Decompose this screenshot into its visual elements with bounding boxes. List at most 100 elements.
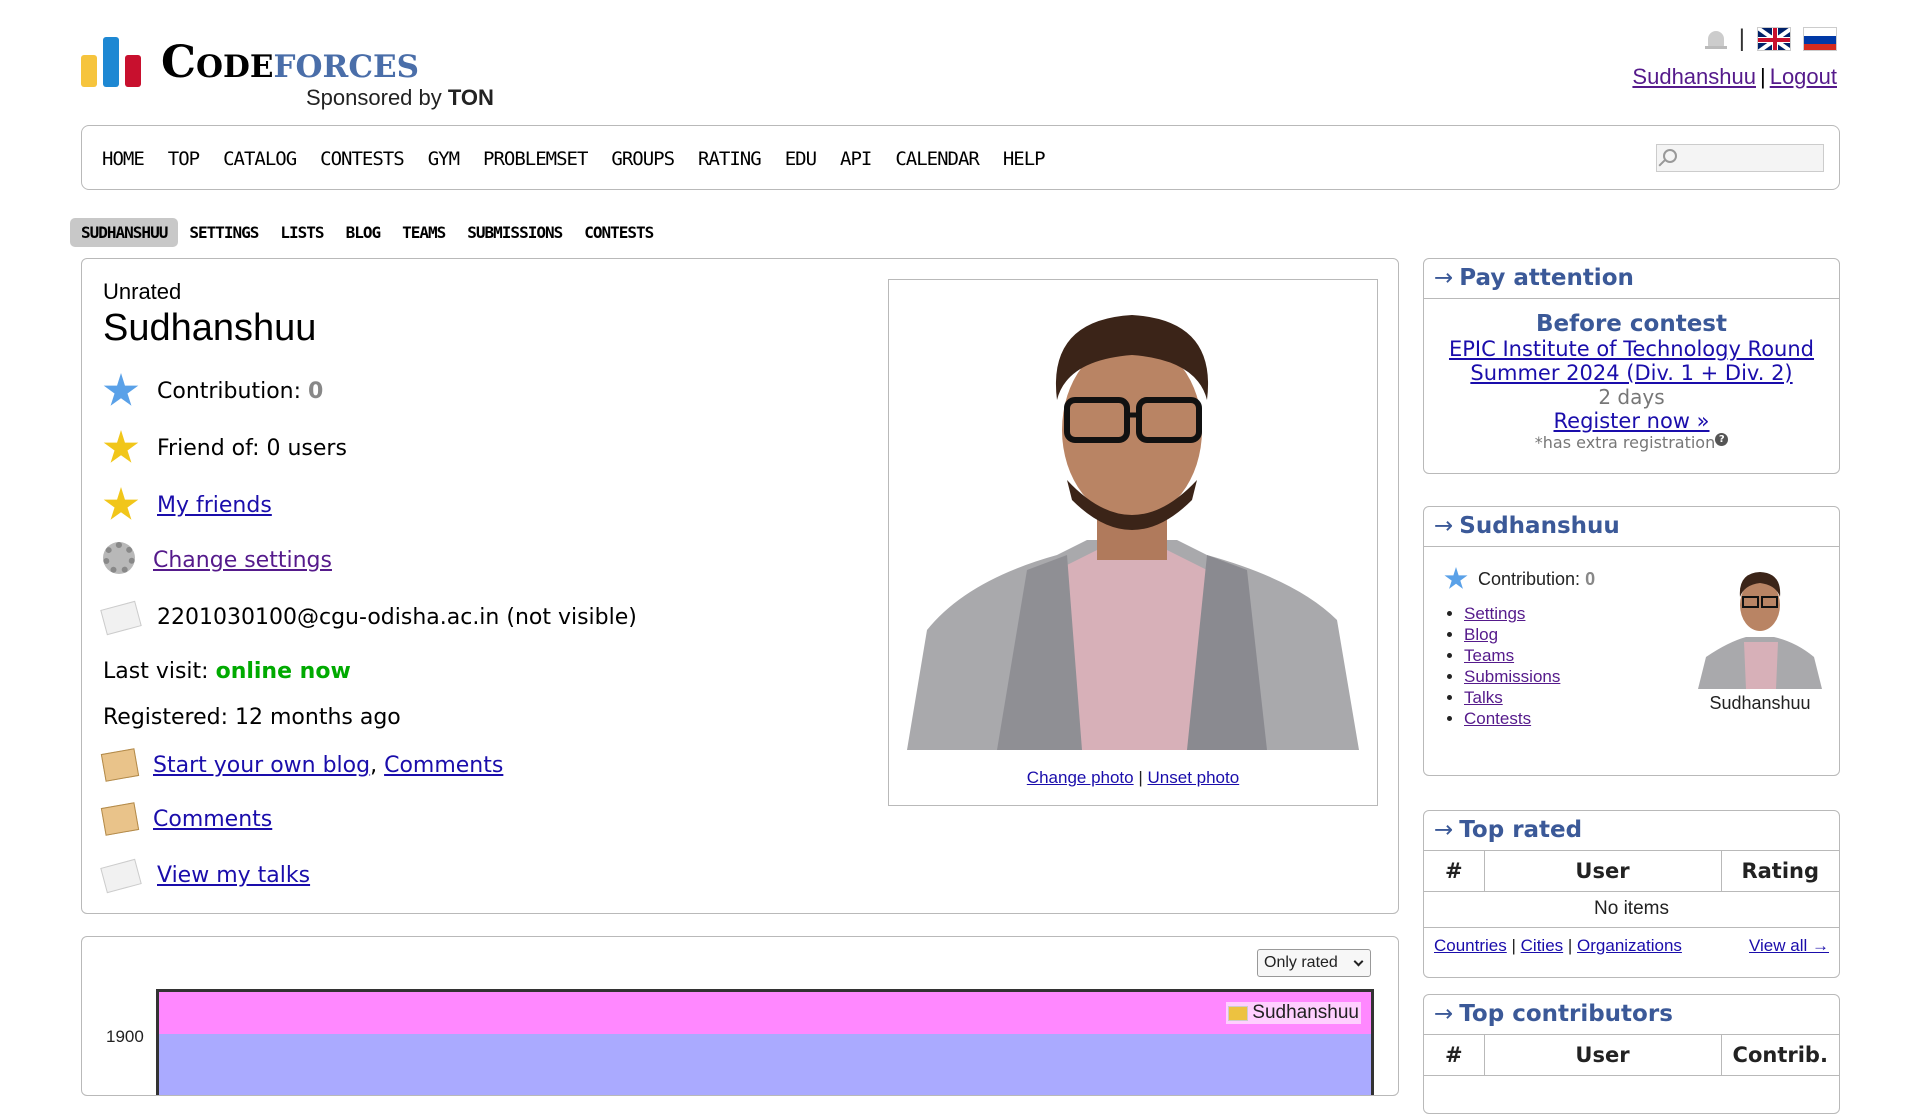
sidebar-link-submissions[interactable]: Submissions	[1464, 667, 1560, 686]
codeforces-logo[interactable]: Codeforces Sponsored by TON	[81, 33, 501, 113]
logo-wordmark: Codeforces	[161, 37, 420, 88]
tab-settings[interactable]: SETTINGS	[178, 218, 269, 247]
help-icon[interactable]: ?	[1715, 433, 1729, 446]
comments-link-2[interactable]: Comments	[153, 807, 272, 832]
logout-link[interactable]: Logout	[1770, 64, 1837, 89]
talks-envelope-icon	[100, 857, 142, 894]
tab-submissions[interactable]: SUBMISSIONS	[456, 218, 573, 247]
menu-item-problemset[interactable]: PROBLEMSET	[483, 148, 588, 170]
menu-item-gym[interactable]: GYM	[428, 148, 460, 170]
profile-submenu: SUDHANSHUU SETTINGS LISTS BLOG TEAMS SUBMISSI…	[70, 218, 664, 247]
profile-box: Unrated Sudhanshuu Contribution: 0 Frien…	[81, 258, 1399, 914]
change-photo-link[interactable]: Change photo	[1027, 768, 1134, 787]
y-tick-label: 1900	[106, 1027, 144, 1046]
rating-band-bottom	[159, 1034, 1371, 1095]
sidebar-item-talks: Talks	[1464, 687, 1560, 708]
menu-item-rating[interactable]: RATING	[698, 148, 762, 170]
graph-filter-select[interactable]: Only rated	[1257, 949, 1371, 977]
sidebar-link-contests[interactable]: Contests	[1464, 709, 1531, 728]
registered-row: Registered: 12 months ago	[103, 704, 401, 730]
english-flag-icon[interactable]	[1757, 27, 1791, 51]
comments-row: Comments	[100, 801, 272, 837]
menu-item-edu[interactable]: EDU	[785, 148, 817, 170]
menu-item-home[interactable]: HOME	[102, 148, 145, 170]
top-contributors-box: → Top contributors # User Contrib.	[1423, 994, 1840, 1114]
tab-blog[interactable]: BLOG	[335, 218, 392, 247]
column-header-rank: #	[1424, 851, 1485, 892]
menu-item-api[interactable]: API	[840, 148, 872, 170]
sidebar-item-settings: Settings	[1464, 603, 1560, 624]
menu-item-contests[interactable]: CONTESTS	[320, 148, 405, 170]
friend-star-icon	[103, 430, 139, 463]
unset-photo-link[interactable]: Unset photo	[1148, 768, 1240, 787]
my-friends-row: My friends	[103, 487, 272, 523]
header-user-area: | Sudhanshuu | Logout	[1577, 24, 1837, 94]
sidebar-link-teams[interactable]: Teams	[1464, 646, 1514, 665]
start-blog-link[interactable]: Start your own blog	[153, 753, 370, 778]
menu-item-groups[interactable]: GROUPS	[611, 148, 675, 170]
no-items-text: No items	[1424, 891, 1839, 928]
contribution-value: 0	[308, 378, 324, 404]
user-handle: Sudhanshuu	[103, 307, 317, 349]
user-sidebar-box: →Sudhanshuu Contribution: 0 Settings Blog…	[1423, 506, 1840, 776]
tab-teams[interactable]: TEAMS	[391, 218, 456, 247]
sidebar-item-blog: Blog	[1464, 624, 1560, 645]
sponsor-text: Sponsored by TON	[306, 85, 494, 110]
view-talks-link[interactable]: View my talks	[157, 863, 310, 888]
top-contributors-table: # User Contrib.	[1424, 1035, 1839, 1076]
legend-swatch	[1228, 1005, 1249, 1021]
friend-of-row: Friend of: 0 users	[103, 430, 347, 466]
online-status: online now	[215, 658, 351, 684]
envelope-icon	[100, 599, 142, 636]
profile-info: Unrated Sudhanshuu	[103, 279, 943, 350]
sidebar-link-blog[interactable]: Blog	[1464, 625, 1498, 644]
header-separator: |	[1738, 25, 1745, 52]
before-contest-label: Before contest	[1536, 311, 1727, 337]
menu-item-calendar[interactable]: CALENDAR	[895, 148, 980, 170]
countdown-text: 2 days	[1598, 385, 1665, 409]
header-link-separator: |	[1759, 64, 1766, 89]
photo-box: Change photo | Unset photo	[888, 279, 1378, 806]
codeforces-profile-page: Codeforces Sponsored by TON | Sudhanshuu…	[0, 0, 1920, 1114]
my-friends-link[interactable]: My friends	[157, 493, 272, 518]
top-contributors-title: → Top contributors	[1424, 995, 1839, 1035]
tab-contests[interactable]: CONTESTS	[573, 218, 664, 247]
cities-link[interactable]: Cities	[1521, 936, 1564, 955]
header-user-link[interactable]: Sudhanshuu	[1632, 64, 1756, 89]
organizations-link[interactable]: Organizations	[1577, 936, 1682, 955]
sidebar-item-teams: Teams	[1464, 645, 1560, 666]
graph-legend: Sudhanshuu	[1226, 1002, 1361, 1024]
top-rated-box: → Top rated # User Rating No items Countr…	[1423, 810, 1840, 978]
email-text: 2201030100@cgu-odisha.ac.in (not visible…	[157, 604, 637, 630]
sidebar-link-settings[interactable]: Settings	[1464, 604, 1525, 623]
change-settings-link[interactable]: Change settings	[153, 548, 332, 573]
russian-flag-icon[interactable]	[1803, 27, 1837, 51]
sidebar-item-contests: Contests	[1464, 708, 1560, 729]
user-photo	[907, 300, 1359, 750]
tab-sudhanshuu[interactable]: SUDHANSHUU	[70, 218, 179, 247]
register-now-link[interactable]: Register now »	[1554, 409, 1710, 433]
contest-link[interactable]: EPIC Institute of Technology Round Summer…	[1449, 337, 1814, 385]
top-rated-title: → Top rated	[1424, 811, 1839, 851]
tab-lists[interactable]: LISTS	[269, 218, 334, 247]
rating-graph-box: Only rated 1900 Sudhanshuu	[81, 936, 1399, 1096]
notification-bell-icon[interactable]	[1704, 27, 1727, 51]
user-thumbnail[interactable]	[1698, 567, 1822, 689]
search-input[interactable]	[1656, 144, 1824, 172]
comments-link[interactable]: Comments	[384, 753, 503, 778]
view-all-link[interactable]: View all →	[1749, 936, 1829, 956]
column-header-user: User	[1484, 1035, 1722, 1076]
countries-link[interactable]: Countries	[1434, 936, 1507, 955]
column-header-rating: Rating	[1721, 851, 1839, 892]
sidebar-contribution: Contribution: 0	[1444, 567, 1595, 591]
extra-registration-note: *has extra registration?	[1432, 433, 1831, 452]
pay-attention-title: → Pay attention	[1424, 259, 1839, 299]
menu-item-top[interactable]: TOP	[168, 148, 200, 170]
menu-item-catalog[interactable]: CATALOG	[223, 148, 297, 170]
menu-item-help[interactable]: HELP	[1003, 148, 1046, 170]
user-rank: Unrated	[103, 279, 182, 304]
photo-links: Change photo | Unset photo	[1026, 768, 1240, 787]
column-header-rank: #	[1424, 1035, 1485, 1076]
sidebar-link-talks[interactable]: Talks	[1464, 688, 1503, 707]
contribution-row: Contribution: 0	[103, 373, 323, 409]
